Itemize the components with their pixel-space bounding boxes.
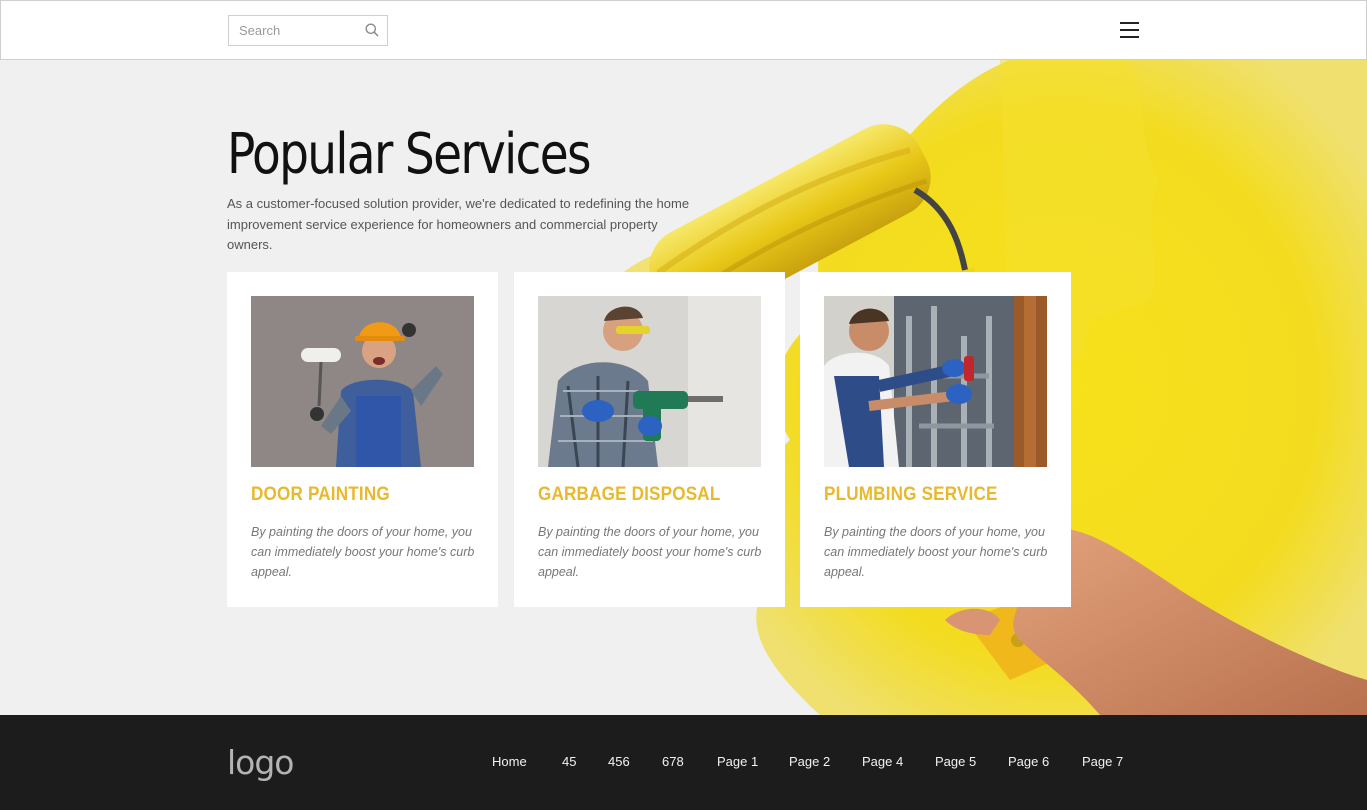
search-input[interactable]: [229, 16, 359, 45]
site-footer: logo Home 45 456 678 Page 1 Page 2 Page …: [0, 715, 1367, 810]
service-title[interactable]: GARBAGE DISPOSAL: [538, 484, 720, 506]
search-icon[interactable]: [365, 23, 379, 37]
service-card-plumbing-service[interactable]: PLUMBING SERVICE By painting the doors o…: [800, 272, 1071, 607]
top-header: [0, 0, 1367, 60]
service-card-door-painting[interactable]: DOOR PAINTING By painting the doors of y…: [227, 272, 498, 607]
service-description: By painting the doors of your home, you …: [251, 525, 475, 579]
garbage-disposal-photo: [538, 296, 761, 467]
service-description: By painting the doors of your home, you …: [538, 525, 762, 579]
footer-nav-45[interactable]: 45: [562, 754, 576, 769]
footer-nav-page-7[interactable]: Page 7: [1082, 754, 1123, 769]
footer-nav-page-1[interactable]: Page 1: [717, 754, 758, 769]
plumbing-service-photo: [824, 296, 1047, 467]
footer-nav-678[interactable]: 678: [662, 754, 684, 769]
door-painting-photo: [251, 296, 474, 467]
service-description: By painting the doors of your home, you …: [824, 525, 1048, 579]
service-card-garbage-disposal[interactable]: GARBAGE DISPOSAL By painting the doors o…: [514, 272, 785, 607]
page-title: Popular Services: [227, 122, 591, 187]
search-box: [228, 15, 388, 46]
intro-paragraph: As a customer-focused solution provider,…: [227, 196, 690, 252]
footer-nav-page-5[interactable]: Page 5: [935, 754, 976, 769]
service-title[interactable]: DOOR PAINTING: [251, 484, 390, 506]
footer-nav-page-2[interactable]: Page 2: [789, 754, 830, 769]
footer-nav-456[interactable]: 456: [608, 754, 630, 769]
footer-nav-page-6[interactable]: Page 6: [1008, 754, 1049, 769]
footer-logo[interactable]: logo: [227, 743, 294, 782]
footer-nav-home[interactable]: Home: [492, 754, 527, 769]
footer-nav-page-4[interactable]: Page 4: [862, 754, 903, 769]
hamburger-menu-icon[interactable]: [1117, 19, 1143, 41]
service-title[interactable]: PLUMBING SERVICE: [824, 484, 998, 506]
